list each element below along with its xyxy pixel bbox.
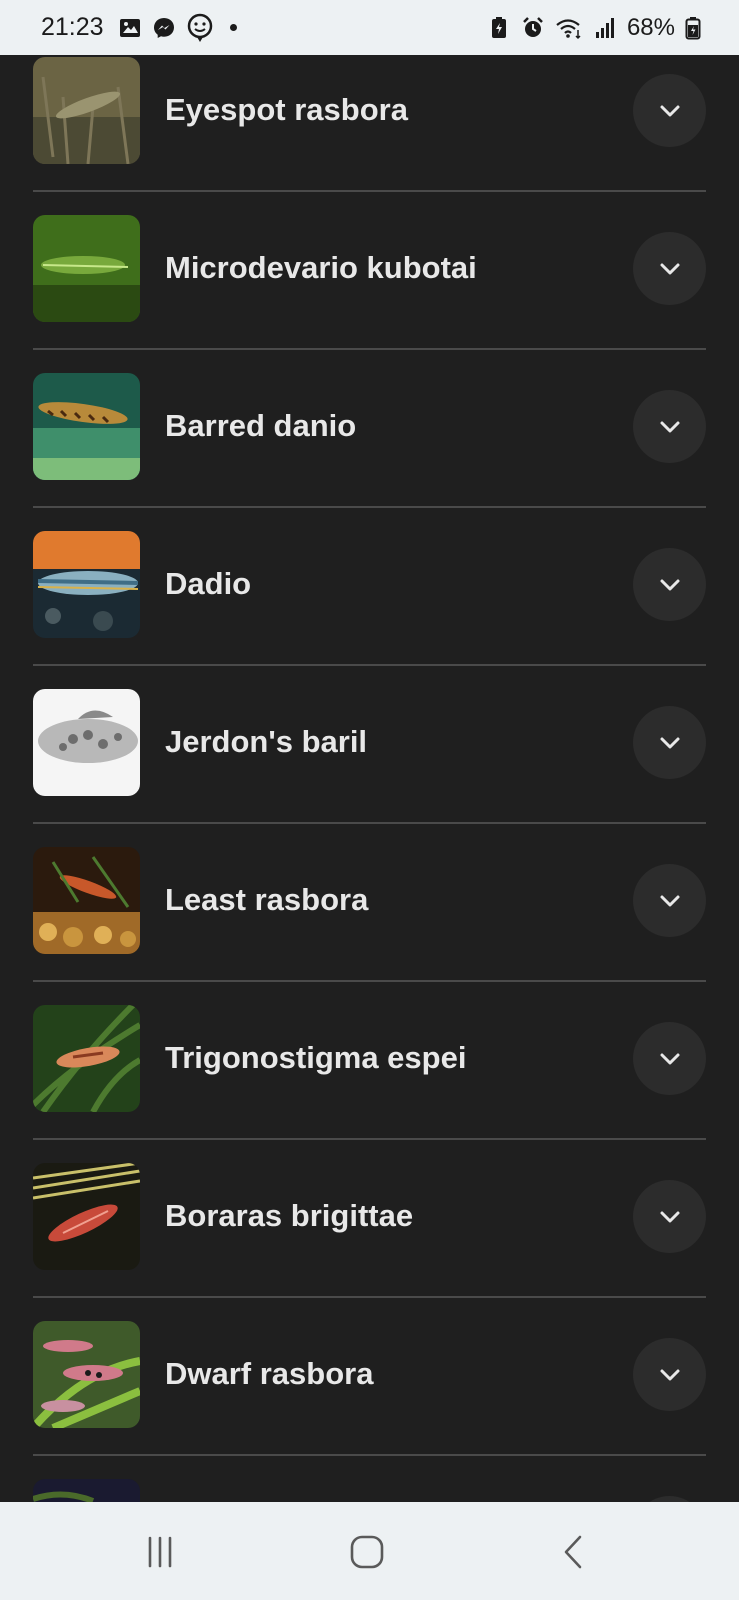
expand-button[interactable] — [633, 1180, 706, 1253]
list-item[interactable]: Microdevario kubotai — [33, 215, 706, 373]
divider — [33, 1454, 706, 1456]
divider — [33, 980, 706, 982]
fish-thumbnail — [33, 373, 140, 480]
chevron-down-icon — [660, 421, 679, 432]
divider — [33, 1296, 706, 1298]
divider — [33, 664, 706, 666]
fish-name: Dadio — [165, 566, 252, 601]
list-item[interactable]: Dadio — [33, 531, 706, 689]
list-item[interactable]: Trigonostigma espei — [33, 1005, 706, 1163]
fish-thumbnail — [33, 531, 140, 638]
fish-name: Eyespot rasbora — [165, 92, 408, 127]
divider — [33, 1138, 706, 1140]
fish-name: Trigonostigma espei — [165, 1040, 467, 1075]
home-icon — [350, 1535, 384, 1569]
battery-percent: 68% — [626, 13, 675, 41]
list-item[interactable]: Jerdon's baril — [33, 689, 706, 847]
fish-thumbnail — [33, 1479, 140, 1502]
fish-thumbnail — [33, 1321, 140, 1428]
fish-thumbnail — [33, 1005, 140, 1112]
chevron-down-icon — [660, 895, 679, 906]
chevron-down-icon — [660, 263, 679, 274]
expand-button[interactable] — [633, 706, 706, 779]
battery-saver-icon — [487, 16, 511, 40]
expand-button[interactable] — [633, 232, 706, 305]
expand-button[interactable] — [633, 1022, 706, 1095]
navigation-bar — [0, 1502, 739, 1600]
fish-thumbnail — [33, 57, 140, 164]
fish-thumbnail — [33, 689, 140, 796]
status-bar: 21:23 68% — [0, 0, 739, 55]
chevron-down-icon — [660, 579, 679, 590]
list-item[interactable]: Dwarf rasbora — [33, 1321, 706, 1479]
divider — [33, 822, 706, 824]
dot-icon — [229, 24, 237, 31]
fish-thumbnail — [33, 1163, 140, 1270]
list-item[interactable]: Barred danio — [33, 373, 706, 531]
status-right: 68% — [487, 14, 701, 42]
chevron-down-icon — [660, 737, 679, 748]
expand-button[interactable] — [633, 1338, 706, 1411]
signal-icon — [593, 16, 617, 40]
chevron-down-icon — [660, 1369, 679, 1380]
divider — [33, 348, 706, 350]
chevron-down-icon — [660, 105, 679, 116]
list-item[interactable]: Eyespot rasbora — [33, 57, 706, 215]
face-notification-icon — [186, 13, 214, 43]
fish-name: Least rasbora — [165, 882, 369, 917]
back-icon — [564, 1535, 582, 1569]
fish-list[interactable]: Eyespot rasbora Microdevario kubotai Bar… — [0, 55, 739, 1502]
fish-name: Microdevario kubotai — [165, 250, 477, 285]
fish-name: Boraras brigittae — [165, 1198, 414, 1233]
alarm-icon — [521, 16, 545, 40]
home-button[interactable] — [345, 1530, 389, 1574]
messenger-icon — [152, 16, 176, 40]
expand-button[interactable] — [633, 390, 706, 463]
status-left: 21:23 — [41, 13, 237, 43]
fish-thumbnail — [33, 215, 140, 322]
recent-apps-button[interactable] — [138, 1530, 182, 1574]
wifi-icon — [555, 16, 583, 40]
chevron-down-icon — [660, 1211, 679, 1222]
fish-name: Barred danio — [165, 408, 357, 443]
expand-button[interactable] — [633, 74, 706, 147]
divider — [33, 190, 706, 192]
expand-button[interactable] — [633, 864, 706, 937]
list-item[interactable] — [33, 1479, 706, 1502]
status-time: 21:23 — [41, 13, 104, 41]
fish-name: Jerdon's baril — [165, 724, 368, 759]
divider — [33, 506, 706, 508]
expand-button[interactable] — [633, 548, 706, 621]
list-item[interactable]: Least rasbora — [33, 847, 706, 1005]
back-button[interactable] — [552, 1530, 596, 1574]
fish-thumbnail — [33, 847, 140, 954]
list-item[interactable]: Boraras brigittae — [33, 1163, 706, 1321]
battery-icon — [685, 16, 701, 40]
recent-apps-icon — [148, 1536, 172, 1568]
gallery-icon — [118, 16, 142, 40]
fish-name: Dwarf rasbora — [165, 1356, 374, 1391]
chevron-down-icon — [660, 1053, 679, 1064]
